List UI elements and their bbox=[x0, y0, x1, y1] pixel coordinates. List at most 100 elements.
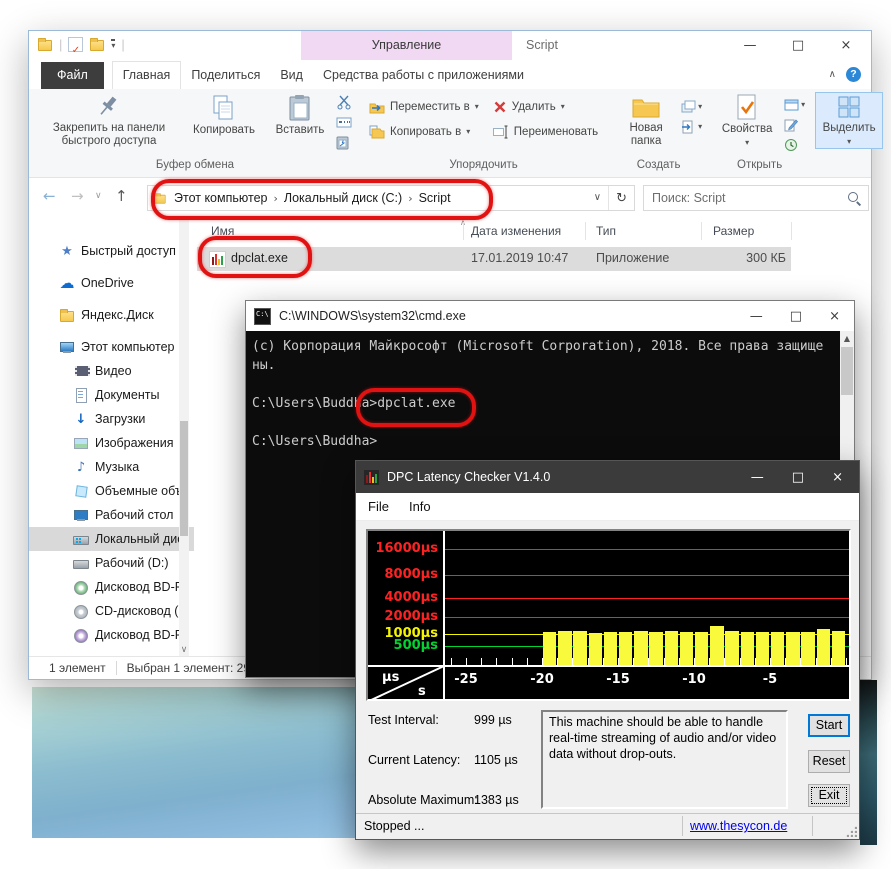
properties-button[interactable]: Свойства ▾ bbox=[712, 92, 782, 149]
refresh-icon[interactable]: ↻ bbox=[609, 191, 634, 206]
sidebar-item-disc[interactable]: CD-дисковод (F: bbox=[29, 599, 194, 623]
maximize-button[interactable]: □ bbox=[790, 309, 802, 324]
paste-button[interactable]: Вставить bbox=[266, 92, 334, 137]
sidebar-item-pic[interactable]: Изображения bbox=[29, 431, 194, 455]
dpc-statusbar: Stopped ... www.thesycon.de bbox=[356, 813, 859, 839]
scrollbar-thumb[interactable] bbox=[841, 347, 853, 395]
minimize-button[interactable]: — bbox=[739, 38, 761, 53]
close-button[interactable]: × bbox=[829, 309, 840, 324]
sidebar-item-disc[interactable]: Дисковод BD-R( bbox=[29, 623, 194, 647]
copy-button[interactable]: Копировать bbox=[182, 92, 266, 137]
column-separator[interactable] bbox=[701, 222, 702, 240]
minimize-button[interactable]: — bbox=[750, 309, 763, 324]
thesycon-link[interactable]: www.thesycon.de bbox=[690, 819, 787, 833]
exit-button[interactable]: Exit bbox=[808, 784, 850, 807]
new-item-button[interactable]: ▾ bbox=[681, 118, 702, 135]
manage-tab-label: Управление bbox=[372, 38, 442, 52]
address-dropdown-icon[interactable]: ∨ bbox=[587, 186, 609, 210]
sidebar-item-star[interactable]: Быстрый доступ bbox=[29, 239, 194, 263]
reset-button[interactable]: Reset bbox=[808, 750, 850, 773]
rename-button[interactable]: Переименовать bbox=[486, 121, 605, 142]
move-to-icon bbox=[369, 100, 385, 114]
sidebar-item-pc[interactable]: Этот компьютер bbox=[29, 335, 194, 359]
recent-locations-icon[interactable]: ∨ bbox=[95, 191, 102, 201]
maximize-button[interactable]: □ bbox=[792, 470, 804, 485]
sidebar-item-cloud[interactable]: OneDrive bbox=[29, 271, 194, 295]
collapse-ribbon-icon[interactable]: ∧ bbox=[829, 69, 836, 80]
column-header-modified[interactable]: Дата изменения bbox=[471, 224, 561, 238]
open-button[interactable]: ▾ bbox=[784, 96, 805, 113]
menu-file[interactable]: File bbox=[356, 499, 399, 514]
move-to-button[interactable]: Переместить в▾ bbox=[362, 96, 486, 117]
search-input[interactable] bbox=[644, 191, 846, 205]
resize-grip[interactable] bbox=[845, 825, 857, 837]
console-text: (c) Корпорация Майкрософт (Microsoft Cor… bbox=[246, 331, 840, 451]
sidebar-item-music[interactable]: Музыка bbox=[29, 455, 194, 479]
delete-button[interactable]: Удалить▾ bbox=[486, 96, 605, 117]
button-label: Выделить bbox=[823, 122, 876, 135]
x-axis-tick bbox=[846, 658, 847, 665]
copy-to-button[interactable]: Копировать в▾ bbox=[362, 121, 486, 142]
qat-customize-icon[interactable]: ▾ bbox=[111, 39, 115, 50]
sidebar-item-folder[interactable]: Яндекс.Диск bbox=[29, 303, 194, 327]
paste-shortcut-button[interactable] bbox=[336, 134, 352, 151]
folder-icon[interactable] bbox=[89, 36, 105, 52]
scroll-up-icon[interactable]: ▲ bbox=[840, 334, 854, 343]
cut-button[interactable] bbox=[336, 94, 352, 111]
x-axis-tick bbox=[481, 658, 482, 665]
select-button[interactable]: Выделить ▾ bbox=[815, 92, 883, 149]
chevron-down-icon: ▾ bbox=[698, 122, 702, 131]
x-axis-tick bbox=[694, 658, 695, 665]
help-button[interactable]: ? bbox=[846, 67, 861, 82]
maximize-button[interactable]: □ bbox=[787, 38, 809, 53]
window-title: Script bbox=[526, 31, 558, 60]
scroll-down-icon[interactable]: ∨ bbox=[179, 645, 189, 655]
close-button[interactable]: × bbox=[835, 38, 857, 53]
menu-info[interactable]: Info bbox=[399, 499, 441, 514]
column-separator[interactable] bbox=[585, 222, 586, 240]
manage-contextual-tab[interactable]: Управление bbox=[301, 31, 512, 60]
sidebar-item-hdd[interactable]: Локальный дис bbox=[29, 527, 194, 551]
button-label: Новая папка bbox=[618, 122, 674, 148]
sidebar-item-cube[interactable]: Объемные объ bbox=[29, 479, 194, 503]
sidebar-item-desktop[interactable]: Рабочий стол bbox=[29, 503, 194, 527]
column-separator[interactable] bbox=[791, 222, 792, 240]
status-separator bbox=[116, 661, 117, 675]
up-icon[interactable]: ↑ bbox=[115, 187, 128, 205]
column-header-type[interactable]: Тип bbox=[596, 224, 616, 238]
tab-home[interactable]: Главная bbox=[112, 61, 182, 89]
latency-bar bbox=[756, 632, 769, 665]
sidebar-item-hdd[interactable]: Рабочий (D:) bbox=[29, 551, 194, 575]
sidebar-item-disc[interactable]: Дисковод BD-R( bbox=[29, 575, 194, 599]
video-icon bbox=[73, 363, 89, 379]
gridline-8000us bbox=[445, 575, 849, 576]
folder-icon[interactable] bbox=[37, 36, 53, 52]
minimize-button[interactable]: — bbox=[751, 470, 764, 485]
close-button[interactable]: × bbox=[832, 470, 843, 485]
sidebar-item-down[interactable]: Загрузки bbox=[29, 407, 194, 431]
tab-view[interactable]: Вид bbox=[270, 62, 313, 89]
properties-shortcut-icon[interactable] bbox=[68, 37, 83, 52]
edit-button[interactable] bbox=[784, 116, 805, 133]
pin-to-quick-access-button[interactable]: Закрепить на панели быстрого доступа bbox=[36, 92, 182, 148]
scrollbar-thumb[interactable] bbox=[180, 421, 188, 536]
column-header-size[interactable]: Размер bbox=[713, 224, 754, 238]
history-button[interactable] bbox=[784, 136, 805, 153]
sidebar-item-doc[interactable]: Документы bbox=[29, 383, 194, 407]
file-size: 300 КБ bbox=[713, 251, 786, 265]
tab-file[interactable]: Файл bbox=[41, 62, 104, 89]
sidebar-scrollbar[interactable]: ∨ bbox=[179, 219, 189, 657]
copy-icon bbox=[211, 94, 237, 122]
latency-bar bbox=[634, 631, 647, 665]
back-icon[interactable]: ← bbox=[43, 187, 56, 205]
column-separator[interactable] bbox=[463, 222, 464, 240]
ribbon-group-organize: Переместить в▾ Копировать в▾ Удалить▾ bbox=[359, 89, 608, 177]
copy-path-button[interactable] bbox=[336, 114, 352, 131]
easy-access-button[interactable]: ▾ bbox=[681, 98, 702, 115]
start-button[interactable]: Start bbox=[808, 714, 850, 737]
sidebar-item-video[interactable]: Видео bbox=[29, 359, 194, 383]
tab-app-tools[interactable]: Средства работы с приложениями bbox=[313, 62, 534, 89]
tab-share[interactable]: Поделиться bbox=[181, 62, 270, 89]
search-icon[interactable] bbox=[846, 190, 862, 206]
new-folder-button[interactable]: Новая папка bbox=[613, 92, 679, 148]
